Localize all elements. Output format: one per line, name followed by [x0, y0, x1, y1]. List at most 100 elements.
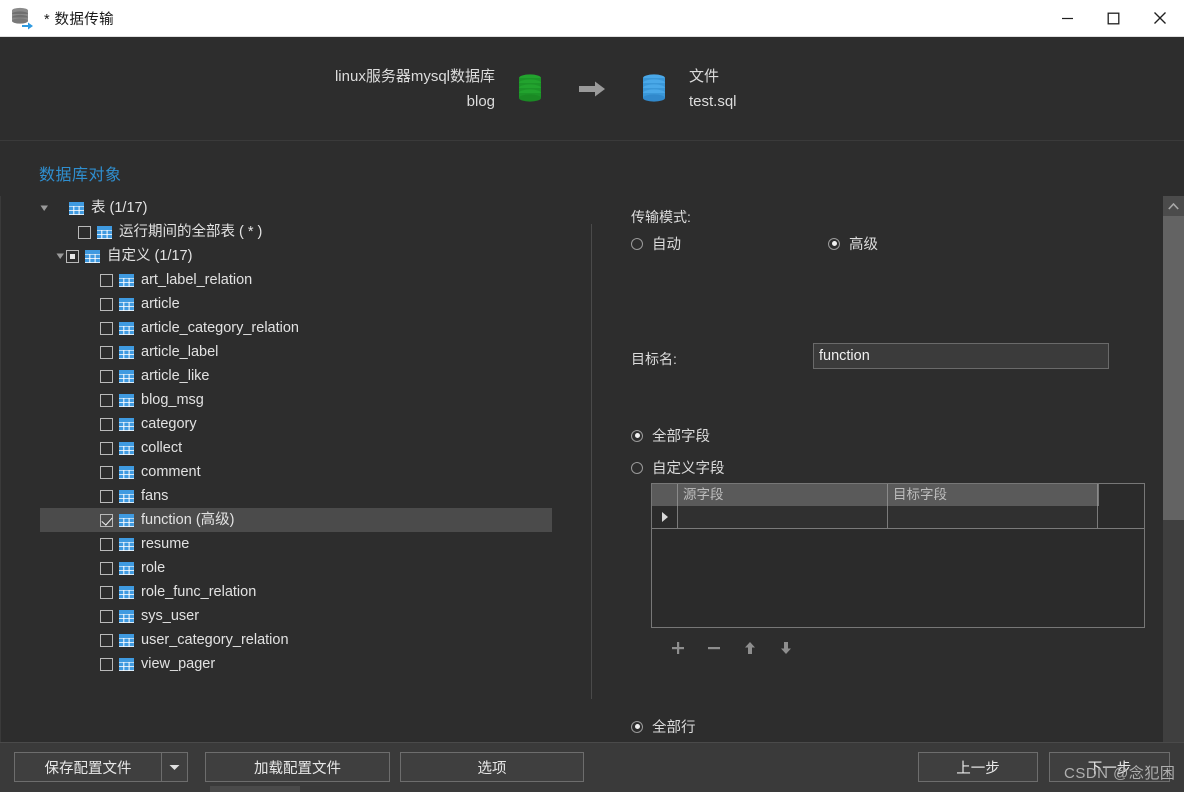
row-label: article_like: [141, 368, 210, 384]
row-label: article_label: [141, 344, 219, 360]
database-transfer-icon: [10, 6, 36, 30]
radio-fields-custom-indicator[interactable]: [631, 461, 643, 474]
remove-field-button[interactable]: [705, 639, 723, 657]
radio-auto-label: 自动: [652, 237, 681, 253]
tree-node-tables[interactable]: 表 (1/17): [0, 196, 580, 220]
radio-advanced-indicator[interactable]: [828, 237, 840, 250]
tree-item-resume[interactable]: resume: [0, 532, 580, 556]
table-icon: [119, 297, 134, 311]
save-profile-dropdown-button[interactable]: [161, 752, 188, 782]
row-checkbox[interactable]: [100, 273, 113, 287]
radio-rows-all[interactable]: 全部行: [631, 716, 696, 737]
database-object-tree[interactable]: 表 (1/17) 运行期间的全部表 ( * ) 自定义 (1/17) art_labe…: [0, 196, 580, 676]
radio-rows-all-indicator[interactable]: [631, 720, 643, 733]
tree-node-all-tables[interactable]: 运行期间的全部表 ( * ): [0, 220, 580, 244]
cell-target-field[interactable]: [888, 506, 1098, 528]
source-labels: linux服务器mysql数据库 blog: [235, 64, 495, 114]
next-button[interactable]: 下一步: [1049, 752, 1170, 782]
add-field-button[interactable]: [669, 639, 687, 657]
grid-col-target[interactable]: 目标字段: [888, 484, 1098, 506]
row-checkbox[interactable]: [100, 585, 113, 599]
table-icon: [119, 345, 134, 359]
vertical-scrollbar[interactable]: [1163, 196, 1184, 742]
cell-source-field[interactable]: [678, 506, 888, 528]
row-checkbox[interactable]: [100, 321, 113, 335]
tree-node-custom[interactable]: 自定义 (1/17): [0, 244, 580, 268]
tree-item-collect[interactable]: collect: [0, 436, 580, 460]
row-checkbox[interactable]: [66, 249, 79, 263]
row-checkbox[interactable]: [100, 657, 113, 671]
table-icon: [119, 657, 134, 671]
tree-item-function[interactable]: function (高级): [40, 508, 552, 532]
table-row[interactable]: [652, 506, 1144, 529]
row-checkbox[interactable]: [100, 345, 113, 359]
target-labels: 文件 test.sql: [689, 64, 949, 114]
transfer-header: linux服务器mysql数据库 blog 文件 test.sql: [0, 37, 1184, 141]
scrollbar-thumb[interactable]: [1163, 216, 1184, 520]
row-checkbox[interactable]: [100, 465, 113, 479]
row-checkbox[interactable]: [100, 441, 113, 455]
tree-item-art_label_relation[interactable]: art_label_relation: [0, 268, 580, 292]
options-button[interactable]: 选项: [400, 752, 584, 782]
radio-mode-auto[interactable]: 自动: [631, 233, 681, 254]
row-checkbox[interactable]: [100, 369, 113, 383]
grid-col-source[interactable]: 源字段: [678, 484, 888, 506]
tree-item-article_like[interactable]: article_like: [0, 364, 580, 388]
close-icon[interactable]: [1136, 0, 1184, 37]
row-checkbox[interactable]: [100, 633, 113, 647]
expand-triangle-icon[interactable]: [54, 250, 66, 262]
row-checkbox[interactable]: [100, 297, 113, 311]
row-checkbox[interactable]: [78, 225, 91, 239]
minimize-icon[interactable]: [1044, 0, 1090, 37]
row-checkbox[interactable]: [100, 561, 113, 575]
tree-item-category[interactable]: category: [0, 412, 580, 436]
expand-triangle-icon[interactable]: [38, 202, 50, 214]
transfer-mode-label: 传输模式:: [631, 209, 691, 225]
row-checkbox[interactable]: [100, 489, 113, 503]
radio-fields-custom[interactable]: 自定义字段: [631, 457, 725, 478]
radio-mode-advanced[interactable]: 高级: [828, 233, 878, 254]
table-icon: [119, 393, 134, 407]
row-checkbox[interactable]: [100, 537, 113, 551]
tree-item-blog_msg[interactable]: blog_msg: [0, 388, 580, 412]
scroll-up-button[interactable]: [1163, 196, 1184, 216]
row-checkbox[interactable]: [100, 609, 113, 623]
radio-fields-all-indicator[interactable]: [631, 429, 643, 442]
maximize-icon[interactable]: [1090, 0, 1136, 37]
tree-item-article_category_relation[interactable]: article_category_relation: [0, 316, 580, 340]
tree-item-sys_user[interactable]: sys_user: [0, 604, 580, 628]
grid-corner-cell: [652, 484, 678, 506]
save-profile-button[interactable]: 保存配置文件: [14, 752, 162, 782]
row-label: 运行期间的全部表 ( * ): [119, 224, 263, 240]
table-icon: [97, 225, 112, 239]
tree-item-role[interactable]: role: [0, 556, 580, 580]
radio-auto-indicator[interactable]: [631, 237, 643, 250]
tree-item-view_pager[interactable]: view_pager: [0, 652, 580, 676]
move-up-button[interactable]: [741, 639, 759, 657]
tree-item-role_func_relation[interactable]: role_func_relation: [0, 580, 580, 604]
tree-item-comment[interactable]: comment: [0, 460, 580, 484]
tree-item-article[interactable]: article: [0, 292, 580, 316]
tree-item-user_category_relation[interactable]: user_category_relation: [0, 628, 580, 652]
table-icon: [119, 369, 134, 383]
radio-fields-all[interactable]: 全部字段: [631, 425, 710, 446]
previous-button[interactable]: 上一步: [918, 752, 1038, 782]
row-checkbox[interactable]: [100, 393, 113, 407]
field-mapping-grid[interactable]: 源字段 目标字段: [651, 483, 1145, 628]
row-checkbox[interactable]: [100, 513, 113, 527]
tree-item-fans[interactable]: fans: [0, 484, 580, 508]
scrollbar-track[interactable]: [1163, 520, 1184, 742]
move-down-button[interactable]: [777, 639, 795, 657]
target-name-input[interactable]: [813, 343, 1109, 369]
row-checkbox[interactable]: [100, 417, 113, 431]
load-profile-button[interactable]: 加载配置文件: [205, 752, 390, 782]
tree-item-article_label[interactable]: article_label: [0, 340, 580, 364]
